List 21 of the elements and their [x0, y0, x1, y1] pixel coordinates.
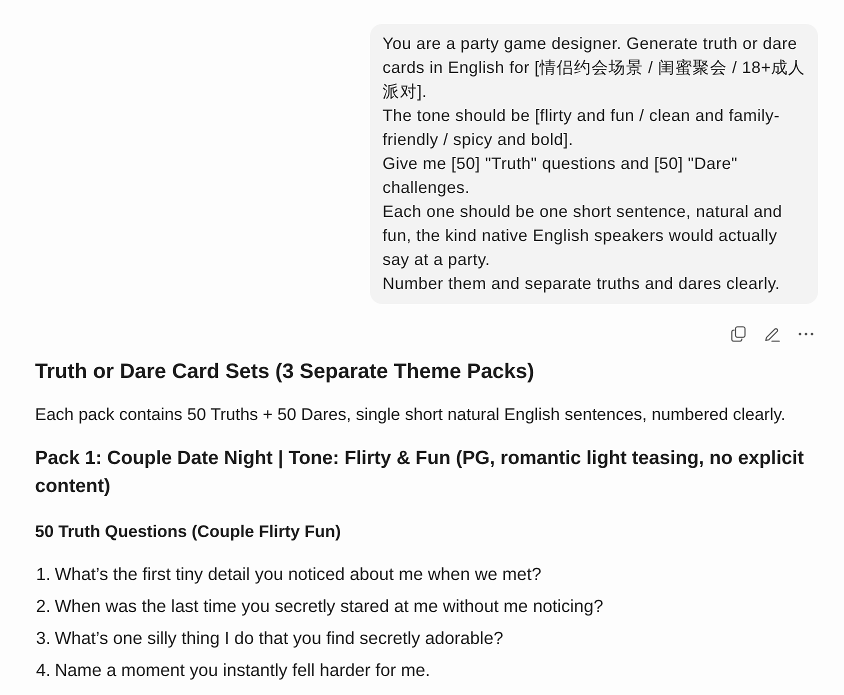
- list-number: 3.: [36, 627, 51, 650]
- message-paragraph: Each one should be one short sentence, natural and fun, the kind native English speakers would actually say at a party.: [382, 201, 784, 271]
- list-number: 1.: [36, 563, 51, 586]
- section-subheading: 50 Truth Questions (Couple Flirty Fun): [35, 521, 342, 543]
- list-item-text: What’s the first tiny detail you noticed about me when we met?: [54, 563, 542, 586]
- copy-icon: [730, 326, 746, 342]
- intro-text: Each pack contains 50 Truths + 50 Dares, single short natural English sentences, numbered clearly.: [35, 404, 786, 426]
- section-heading: Pack 1: Couple Date Night | Tone: Flirty & Fun (PG, romantic light teasing, no explicit content): [35, 447, 805, 499]
- more-icon: [798, 332, 814, 336]
- message-paragraph: You are a party game designer. Generate truth or dare cards in English for [情侣约会场景 / 闺蜜聚会 / 18+成人派对].: [382, 33, 806, 103]
- list-number: 4.: [36, 659, 51, 682]
- list-item-text: Name a moment you instantly fell harder for me.: [54, 659, 430, 682]
- list-item-text: What’s one silly thing I do that you find secretly adorable?: [54, 627, 504, 650]
- copy-button[interactable]: [728, 324, 748, 344]
- list-item-text: When was the last time you secretly stared at me without me noticing?: [54, 595, 604, 618]
- message-paragraph: Give me [50] "Truth" questions and [50] "Dare" challenges.: [382, 153, 738, 199]
- message-paragraph: The tone should be [flirty and fun / clean and family-friendly / spicy and bold].: [382, 105, 781, 151]
- pencil-icon: [764, 326, 780, 342]
- message-paragraph: Number them and separate truths and dares clearly.: [382, 273, 781, 295]
- list-number: 2.: [36, 595, 51, 618]
- response-title: Truth or Dare Card Sets (3 Separate Theme Packs): [35, 359, 536, 385]
